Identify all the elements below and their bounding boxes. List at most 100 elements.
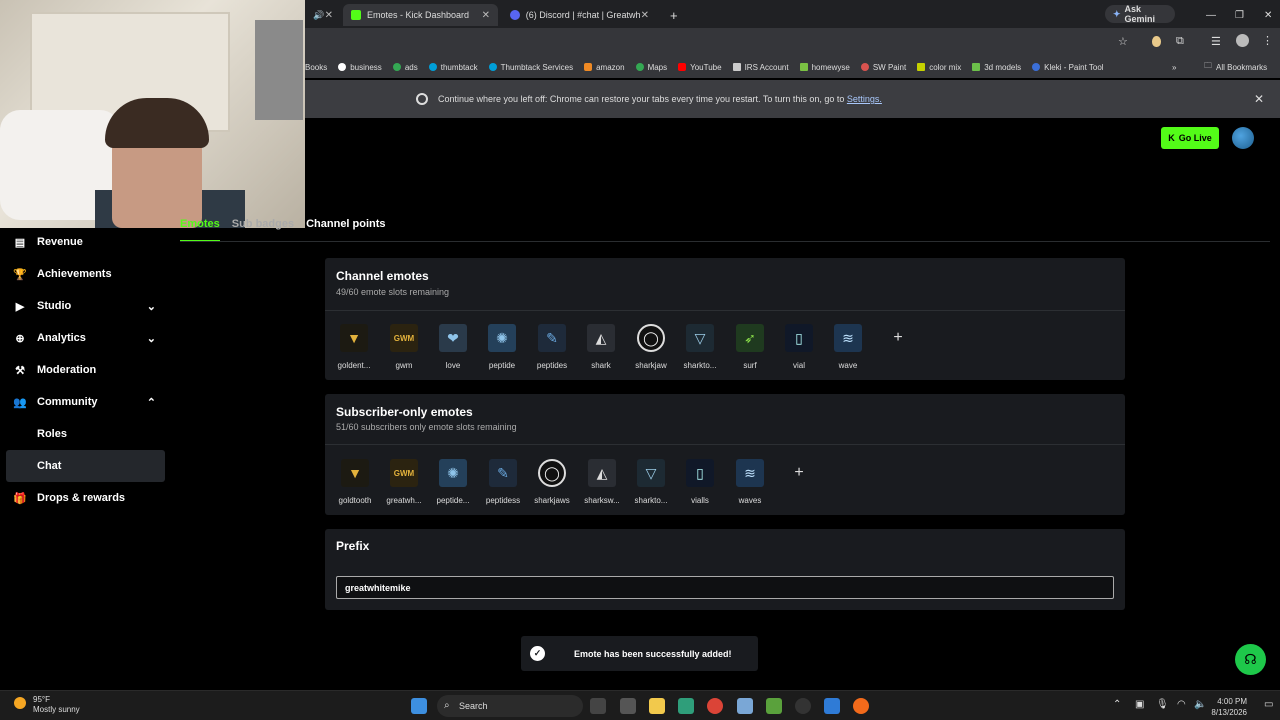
emote-item[interactable]: ≋ waves [726, 459, 774, 505]
sidebar-item-moderation[interactable]: ⚒ Moderation [0, 354, 170, 386]
maximize-button[interactable]: ❐ [1227, 4, 1252, 26]
app-icon[interactable] [678, 698, 694, 714]
sidebar-item-studio[interactable]: ▶ Studio ⌄ [0, 290, 170, 322]
camera-icon[interactable]: ▣ [1135, 699, 1144, 710]
emote-item[interactable]: ▯ vialls [676, 459, 724, 505]
all-bookmarks-button[interactable]: 🗀 All Bookmarks [1204, 60, 1267, 74]
sw-paint-icon [860, 63, 869, 71]
syringe-icon: ✎ [538, 324, 566, 352]
emote-item[interactable]: GWM greatwh... [380, 459, 428, 505]
more-bookmarks-icon[interactable]: » [1172, 63, 1176, 72]
ask-gemini-button[interactable]: ✦ Ask Gemini [1105, 4, 1175, 24]
bookmark-item[interactable]: Maps [635, 63, 667, 72]
new-tab-button[interactable]: + [662, 4, 682, 26]
file-explorer-icon[interactable] [649, 698, 665, 714]
syringe-icon: ✎ [489, 459, 517, 487]
chrome-icon[interactable] [707, 698, 723, 714]
emote-item[interactable]: ▯ vial [775, 324, 823, 370]
add-emote-button[interactable]: + [785, 459, 813, 487]
emote-item[interactable]: ❤ love [429, 324, 477, 370]
close-icon[interactable]: ✕ [1254, 92, 1264, 106]
bookmark-item[interactable]: thumbtack [428, 63, 478, 72]
bookmark-item[interactable]: ads [392, 63, 418, 72]
tab-emotes[interactable]: Emotes - Kick Dashboard ✕ [343, 4, 498, 26]
emote-item[interactable]: ▽ sharkto... [676, 324, 724, 370]
sidebar-item-revenue[interactable]: ▤ Revenue [0, 226, 170, 258]
emote-item[interactable]: ➶ surf [726, 324, 774, 370]
emote-item[interactable]: ◯ sharkjaws [528, 459, 576, 505]
sidebar-item-community[interactable]: 👥 Community ⌃ [0, 386, 170, 418]
windows-start-icon[interactable] [411, 698, 427, 714]
sidebar-item-drops-rewards[interactable]: 🎁 Drops & rewards [0, 482, 170, 514]
sun-icon [14, 697, 26, 709]
emote-item[interactable]: GWM gwm [380, 324, 428, 370]
bookmark-item[interactable]: Books [305, 63, 327, 72]
minimize-button[interactable]: — [1198, 4, 1224, 26]
star-icon[interactable]: ☆ [1118, 35, 1128, 48]
emote-item[interactable]: ◭ sharksw... [578, 459, 626, 505]
bookmark-item[interactable]: YouTube [678, 63, 722, 72]
emote-item[interactable]: ◯ sharkjaw [627, 324, 675, 370]
clock[interactable]: 4:00 PM 8/13/2026 [1211, 696, 1247, 718]
emote-item[interactable]: ✺ peptide [478, 324, 526, 370]
notepad-icon[interactable] [737, 698, 753, 714]
avatar[interactable] [1232, 127, 1254, 149]
emote-label: shark [591, 361, 611, 370]
emote-item[interactable]: ▽ sharkto... [627, 459, 675, 505]
close-tab-icon[interactable]: ✕ [482, 10, 490, 21]
task-view-icon[interactable] [590, 698, 606, 714]
sidebar-item-analytics[interactable]: ⊕ Analytics ⌄ [0, 322, 170, 354]
ads-icon [392, 63, 401, 71]
notification-icon[interactable]: ▭ [1264, 699, 1273, 710]
settings-link[interactable]: Settings. [847, 94, 882, 104]
chevron-up-icon[interactable]: ⌃ [1113, 699, 1121, 710]
bookmark-item[interactable]: business [338, 63, 382, 72]
bookmark-item[interactable]: 3d models [972, 63, 1021, 72]
sidebar-item-achievements[interactable]: 🏆 Achievements [0, 258, 170, 290]
taskbar-search[interactable]: ⌕ Search [437, 695, 583, 717]
tab-discord[interactable]: (6) Discord | #chat | Greatwhite ✕ [502, 4, 657, 26]
app-icon[interactable] [766, 698, 782, 714]
tab-channel-points[interactable]: Channel points [306, 218, 385, 242]
extension-icon[interactable] [1152, 36, 1161, 47]
emote-item[interactable]: ▼ goldent... [330, 324, 378, 370]
firefox-icon[interactable] [853, 698, 869, 714]
weather-widget[interactable]: 95°F Mostly sunny [14, 695, 80, 715]
microphone-icon[interactable]: 🎙 [1156, 699, 1169, 710]
add-emote-button[interactable]: + [884, 324, 912, 352]
emote-item[interactable]: ▼ goldtooth [331, 459, 379, 505]
close-tab-icon[interactable]: ✕ [641, 10, 649, 21]
profile-icon[interactable] [1236, 34, 1249, 47]
wifi-icon[interactable]: ◠ [1177, 699, 1186, 710]
sidebar-item-chat[interactable]: Chat [6, 450, 165, 482]
emote-item[interactable]: ✎ peptidess [479, 459, 527, 505]
volume-icon[interactable]: 🔈 [1194, 699, 1206, 710]
bookmark-item[interactable]: color mix [917, 63, 961, 72]
bookmark-item[interactable]: IRS Account [732, 63, 789, 72]
help-chat-button[interactable]: ☊ [1235, 644, 1266, 675]
close-icon[interactable]: ✕ [325, 10, 333, 21]
puzzle-icon[interactable]: ⧉ [1176, 35, 1184, 48]
close-window-button[interactable]: ✕ [1256, 4, 1280, 26]
prefix-input[interactable]: greatwhitemike [336, 576, 1114, 599]
bookmark-item[interactable]: Thumbtack Services [488, 63, 573, 72]
emote-item[interactable]: ◭ shark [577, 324, 625, 370]
sidebar-item-roles[interactable]: Roles [0, 418, 170, 450]
bookmark-item[interactable]: homewyse [799, 63, 850, 72]
emote-label: sharksw... [584, 496, 620, 505]
tab-controls[interactable]: 🔊 ✕ [305, 4, 341, 26]
bookmark-item[interactable]: amazon [584, 63, 625, 72]
tab-emotes[interactable]: Emotes [180, 218, 220, 242]
file-icon[interactable] [620, 698, 636, 714]
app-icon[interactable] [824, 698, 840, 714]
emote-item[interactable]: ✺ peptide... [429, 459, 477, 505]
obs-icon[interactable] [795, 698, 811, 714]
tab-sub-badges[interactable]: Sub badges [232, 218, 294, 242]
media-icon[interactable]: ☰ [1211, 35, 1221, 48]
bookmark-item[interactable]: Kleki - Paint Tool [1032, 63, 1104, 72]
emote-item[interactable]: ≋ wave [824, 324, 872, 370]
emote-item[interactable]: ✎ peptides [528, 324, 576, 370]
menu-icon[interactable]: ⋮ [1262, 34, 1273, 47]
bookmark-item[interactable]: SW Paint [860, 63, 906, 72]
go-live-button[interactable]: K Go Live [1161, 127, 1219, 149]
